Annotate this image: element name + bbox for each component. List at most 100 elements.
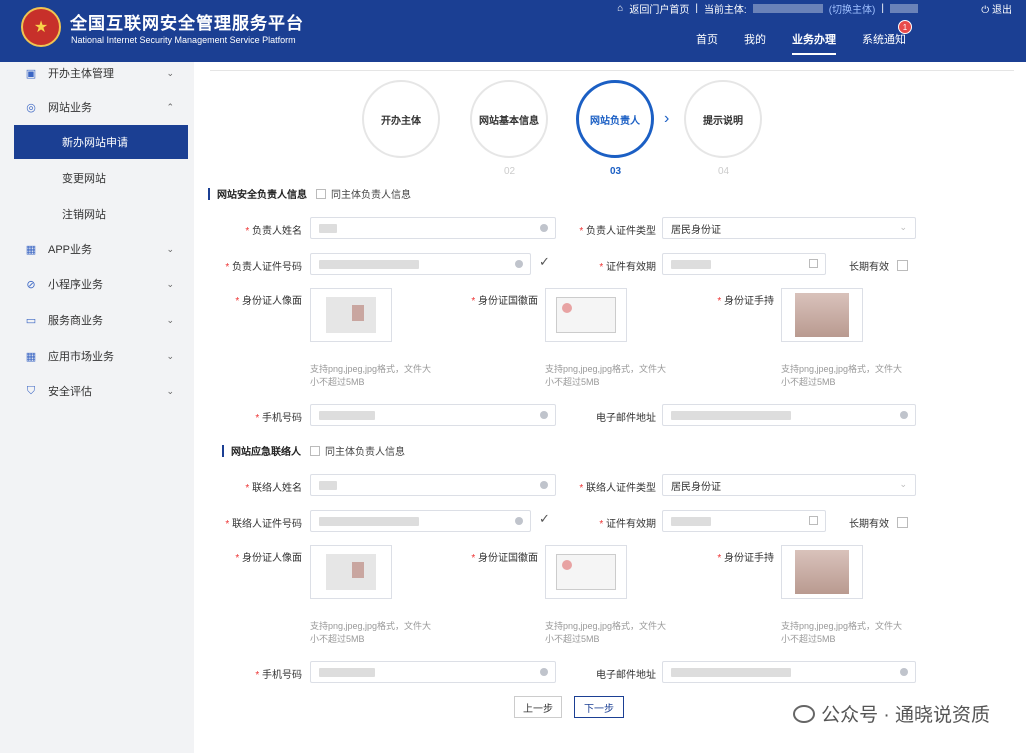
calendar-icon[interactable] bbox=[809, 259, 818, 268]
sidebar-item-new-website[interactable]: 新办网站申请 bbox=[14, 125, 188, 159]
shield-icon: ⛉ bbox=[26, 384, 36, 397]
owner-phone-input[interactable] bbox=[310, 404, 556, 426]
section-security-owner: 网站安全负责人信息 同主体负责人信息 bbox=[208, 186, 411, 201]
section-emergency-contact: 网站应急联络人 同主体负责人信息 bbox=[222, 443, 405, 458]
upload-hint: 支持png,jpeg,jpg格式，文件大 小不超过5MB bbox=[310, 364, 432, 387]
owner-validity-label: * 证件有效期 bbox=[599, 262, 656, 273]
main-nav: 首页 我的 业务办理 系统通知 bbox=[696, 31, 906, 55]
owner-idno-input[interactable] bbox=[310, 253, 531, 275]
sidebar-item-entity-mgmt[interactable]: ▣ 开办主体管理 ⌄ bbox=[14, 62, 188, 84]
owner-id-front-upload[interactable] bbox=[310, 288, 392, 342]
chevron-down-icon: ⌄ bbox=[166, 243, 174, 254]
chevron-down-icon: ⌄ bbox=[166, 385, 174, 396]
calendar-icon[interactable] bbox=[809, 516, 818, 525]
contact-id-front-label: * 身份证人像面 bbox=[235, 553, 302, 564]
owner-id-front-label: * 身份证人像面 bbox=[235, 296, 302, 307]
contact-idtype-label: * 联络人证件类型 bbox=[579, 483, 656, 494]
chevron-down-icon: ⌄ bbox=[166, 350, 174, 361]
user-name-masked bbox=[890, 4, 918, 13]
upload-hint: 支持png,jpeg,jpg格式，文件大 小不超过5MB bbox=[781, 621, 903, 644]
chevron-right-icon: › bbox=[664, 110, 670, 127]
owner-validity-date[interactable] bbox=[662, 253, 826, 275]
clear-icon[interactable] bbox=[540, 411, 548, 419]
owner-email-input[interactable] bbox=[662, 404, 916, 426]
owner-longterm-option[interactable]: 长期有效 bbox=[849, 258, 908, 273]
platform-subtitle: National Internet Security Management Se… bbox=[71, 35, 296, 45]
check-icon: ✓ bbox=[539, 254, 550, 269]
upload-hint: 支持png,jpeg,jpg格式，文件大 小不超过5MB bbox=[781, 364, 903, 387]
sidebar-item-app[interactable]: ▦ APP业务 ⌄ bbox=[14, 238, 188, 260]
check-icon: ✓ bbox=[539, 511, 550, 526]
contact-id-hold-upload[interactable] bbox=[781, 545, 863, 599]
same-as-entity-checkbox[interactable] bbox=[310, 445, 320, 456]
contact-phone-label: * 手机号码 bbox=[255, 670, 302, 681]
chevron-down-icon: ⌄ bbox=[899, 222, 907, 232]
sidebar-item-miniprogram[interactable]: ⊘ 小程序业务 ⌄ bbox=[14, 273, 188, 295]
grid-icon: ▦ bbox=[25, 350, 37, 363]
owner-email-label: 电子邮件地址 bbox=[596, 413, 656, 424]
step-website-owner: 网站负责人 bbox=[576, 80, 654, 158]
clear-icon[interactable] bbox=[540, 224, 548, 232]
upload-hint: 支持png,jpeg,jpg格式，文件大 小不超过5MB bbox=[545, 621, 667, 644]
contact-validity-date[interactable] bbox=[662, 510, 826, 532]
upload-hint: 支持png,jpeg,jpg格式，文件大 小不超过5MB bbox=[310, 621, 432, 644]
owner-id-back-upload[interactable] bbox=[545, 288, 627, 342]
sidebar-item-service-provider[interactable]: ▭ 服务商业务 ⌄ bbox=[14, 309, 188, 331]
sidebar-item-app-market[interactable]: ▦ 应用市场业务 ⌄ bbox=[14, 345, 188, 367]
contact-id-front-upload[interactable] bbox=[310, 545, 392, 599]
longterm-checkbox[interactable] bbox=[897, 517, 908, 528]
logout-button[interactable]: ⏻ 退出 bbox=[981, 1, 1012, 16]
platform-title: 全国互联网安全管理服务平台 bbox=[70, 14, 304, 33]
compass-icon: ⊘ bbox=[26, 278, 36, 291]
sidebar-item-cancel-website[interactable]: 注销网站 bbox=[14, 203, 188, 225]
top-header: ★ 全国互联网安全管理服务平台 National Internet Securi… bbox=[0, 0, 1026, 62]
owner-phone-label: * 手机号码 bbox=[255, 413, 302, 424]
clear-icon[interactable] bbox=[540, 481, 548, 489]
clear-icon[interactable] bbox=[540, 668, 548, 676]
step-number: 04 bbox=[718, 166, 730, 177]
sidebar-item-security-assessment[interactable]: ⛉ 安全评估 ⌄ bbox=[14, 380, 188, 402]
chevron-down-icon: ⌄ bbox=[166, 67, 174, 78]
sidebar-item-website[interactable]: ◎ 网站业务 ⌃ bbox=[14, 96, 188, 118]
nav-mine[interactable]: 我的 bbox=[744, 31, 766, 55]
owner-name-input[interactable] bbox=[310, 217, 556, 239]
switch-entity-link[interactable]: (切换主体) bbox=[829, 1, 876, 16]
chevron-down-icon: ⌄ bbox=[166, 278, 174, 289]
sidebar-item-change-website[interactable]: 变更网站 bbox=[14, 167, 188, 189]
clear-icon[interactable] bbox=[900, 668, 908, 676]
same-as-entity-checkbox[interactable] bbox=[316, 188, 326, 199]
divider bbox=[210, 70, 1014, 71]
longterm-checkbox[interactable] bbox=[897, 260, 908, 271]
owner-name-label: * 负责人姓名 bbox=[245, 226, 302, 237]
main-content: 开办主体 网站基本信息 网站负责人 › 提示说明 02 03 04 网站安全负责… bbox=[194, 62, 1026, 753]
clear-icon[interactable] bbox=[515, 517, 523, 525]
clear-icon[interactable] bbox=[515, 260, 523, 268]
nav-home[interactable]: 首页 bbox=[696, 31, 718, 55]
owner-idno-label: * 负责人证件号码 bbox=[225, 262, 302, 273]
chevron-up-icon: ⌃ bbox=[166, 101, 174, 112]
contact-name-input[interactable] bbox=[310, 474, 556, 496]
nav-notifications[interactable]: 系统通知 bbox=[862, 31, 906, 55]
contact-id-back-upload[interactable] bbox=[545, 545, 627, 599]
contact-phone-input[interactable] bbox=[310, 661, 556, 683]
entity-name-masked bbox=[752, 4, 823, 13]
wechat-icon bbox=[793, 704, 816, 723]
contact-idno-input[interactable] bbox=[310, 510, 531, 532]
owner-id-hold-upload[interactable] bbox=[781, 288, 863, 342]
next-step-button[interactable]: 下一步 bbox=[574, 696, 624, 718]
back-portal-link[interactable]: 返回门户首页 bbox=[629, 1, 689, 16]
owner-idtype-label: * 负责人证件类型 bbox=[579, 226, 656, 237]
upload-hint: 支持png,jpeg,jpg格式，文件大 小不超过5MB bbox=[545, 364, 667, 387]
contact-idtype-select[interactable]: 居民身份证 ⌄ bbox=[662, 474, 916, 496]
prev-step-button[interactable]: 上一步 bbox=[514, 696, 562, 718]
owner-idtype-select[interactable]: 居民身份证 ⌄ bbox=[662, 217, 916, 239]
home-icon: ⌂ bbox=[617, 3, 624, 14]
current-entity-label: 当前主体: bbox=[703, 5, 747, 16]
owner-id-back-label: * 身份证国徽面 bbox=[471, 296, 538, 307]
nav-business[interactable]: 业务办理 bbox=[792, 31, 836, 55]
wechat-watermark: 公众号 · 通晓说资质 bbox=[793, 700, 990, 727]
contact-email-input[interactable] bbox=[662, 661, 916, 683]
clear-icon[interactable] bbox=[900, 411, 908, 419]
contact-idno-label: * 联络人证件号码 bbox=[225, 519, 302, 530]
contact-longterm-option[interactable]: 长期有效 bbox=[849, 515, 908, 530]
